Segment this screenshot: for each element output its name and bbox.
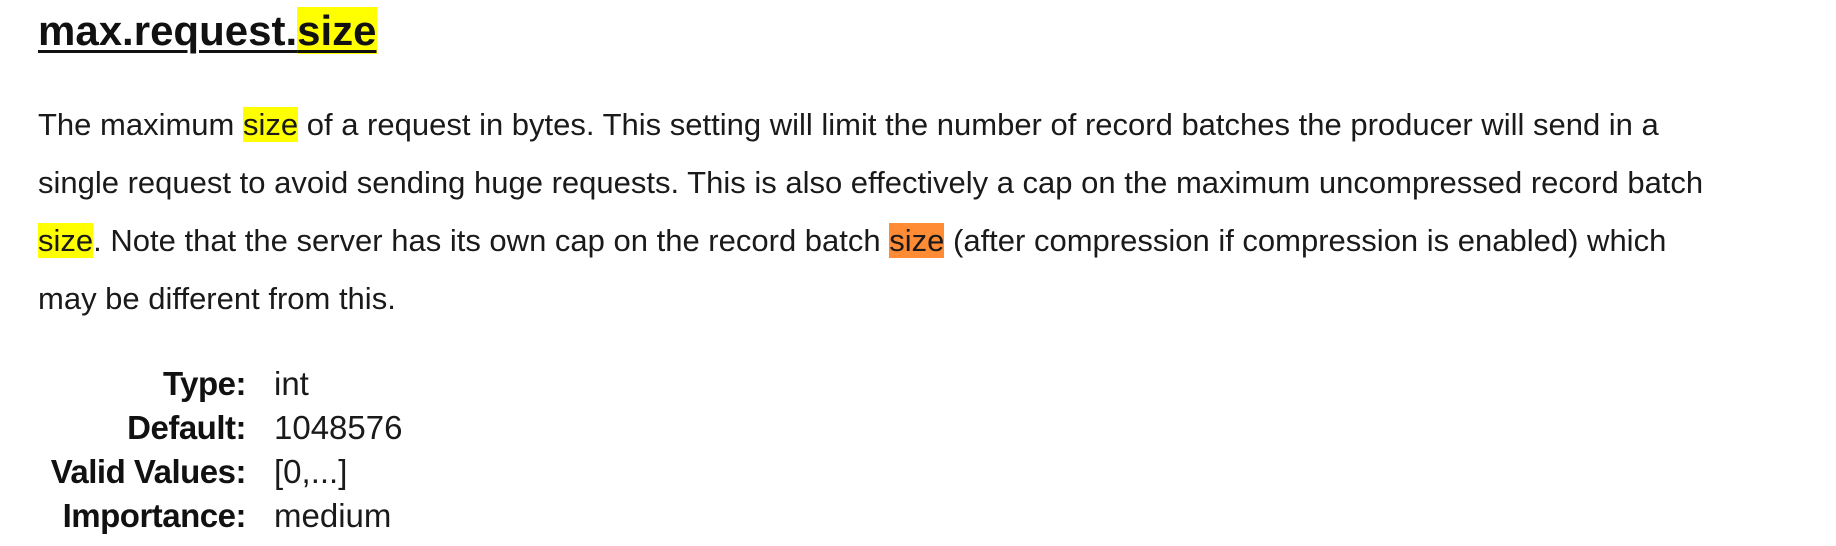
property-row-default: Default: 1048576 — [38, 406, 402, 450]
description-text: . Note that the server has its own cap o… — [93, 223, 890, 258]
property-row-type: Type: int — [38, 362, 402, 406]
search-highlight: size — [297, 7, 377, 54]
properties-table: Type: int Default: 1048576 Valid Values:… — [38, 362, 403, 538]
description-text: The maximum — [38, 107, 243, 142]
property-key: Valid Values: — [50, 453, 247, 490]
property-row-valid-values: Valid Values: [0,...] — [38, 450, 402, 494]
property-value: [0,...] — [274, 453, 348, 490]
description-text: of a request in bytes. This setting will… — [298, 107, 1659, 142]
config-description: The maximum size of a request in bytes. … — [38, 96, 1828, 328]
config-title: max.request.size — [38, 0, 377, 62]
description-line: may be different from this. — [38, 270, 1828, 328]
property-key: Default: — [127, 409, 246, 446]
property-value: int — [274, 365, 309, 402]
property-key: Type: — [162, 365, 247, 402]
search-highlight: size — [38, 223, 94, 258]
property-row-importance: Importance: medium — [38, 494, 402, 538]
description-line: size. Note that the server has its own c… — [38, 212, 1828, 270]
config-title-text: max.request. — [38, 7, 298, 54]
property-key: Importance: — [62, 497, 247, 534]
description-text: may be different from this. — [38, 281, 396, 316]
property-value: 1048576 — [274, 409, 403, 446]
property-value: medium — [274, 497, 392, 534]
search-highlight: size — [242, 107, 299, 142]
description-line: single request to avoid sending huge req… — [38, 154, 1828, 212]
description-text: single request to avoid sending huge req… — [38, 165, 1704, 200]
current-search-highlight: size — [889, 223, 945, 258]
description-line: The maximum size of a request in bytes. … — [38, 96, 1828, 154]
description-text: (after compression if compression is ena… — [944, 223, 1667, 258]
